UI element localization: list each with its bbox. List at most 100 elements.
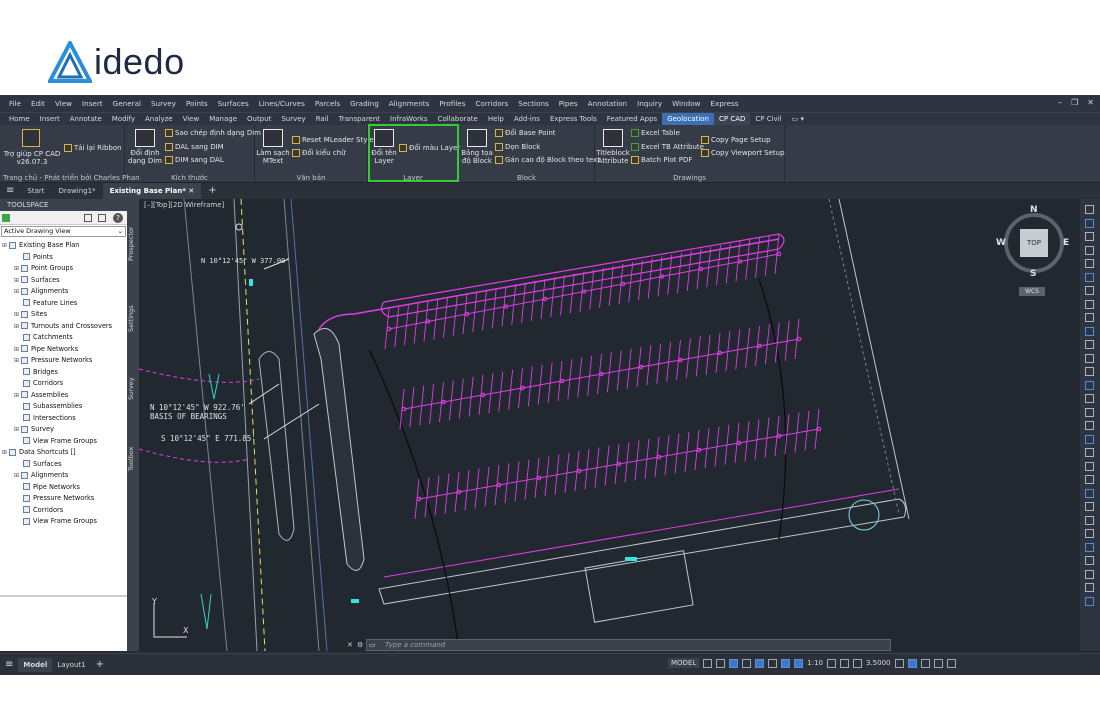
tree-item[interactable]: ⊞ Survey <box>0 424 127 436</box>
doc-tab-drawing1[interactable]: Drawing1* <box>52 183 103 199</box>
ribbon-tab-13[interactable]: Help <box>483 113 509 126</box>
menu-item-pipes[interactable]: Pipes <box>554 99 583 108</box>
tab-model[interactable]: Model <box>18 657 53 672</box>
tree-shortcut-item[interactable]: Pipe Networks <box>0 482 127 494</box>
plus-icon[interactable] <box>840 658 849 668</box>
tab-prospector[interactable]: Prospector <box>127 219 139 269</box>
block-elev-button[interactable]: Gán cao độ Block theo text <box>495 156 600 164</box>
ribbon-tab-4[interactable]: Analyze <box>140 113 178 126</box>
copy-page-setup-button[interactable]: Copy Page Setup <box>701 136 771 144</box>
auto-scale-icon[interactable] <box>794 658 804 668</box>
tree-shortcut-item[interactable]: View Frame Groups <box>0 516 127 528</box>
tree-shortcut-item[interactable]: ⊞ Alignments <box>0 470 127 482</box>
expand-icon[interactable]: ⊞ <box>14 288 19 295</box>
tool-icon[interactable] <box>1085 556 1094 565</box>
clean-mtext-button[interactable]: Làm sạch MText <box>255 149 291 165</box>
clean-block-button[interactable]: Dọn Block <box>495 143 540 151</box>
ribbon-tab-14[interactable]: Add-ins <box>509 113 545 126</box>
units-icon[interactable] <box>853 658 862 668</box>
tool-icon[interactable] <box>1085 461 1094 471</box>
recent-commands-icon[interactable]: ▭ <box>369 640 376 650</box>
tool-icon[interactable] <box>1085 299 1094 309</box>
ribbon-tab-16[interactable]: Featured Apps <box>602 113 662 126</box>
tree-item[interactable]: Bridges <box>0 367 127 379</box>
tool-icon[interactable] <box>1085 340 1094 349</box>
minimize-icon[interactable]: – <box>1058 98 1062 107</box>
tree-item[interactable]: ⊞ Surfaces <box>0 275 127 287</box>
expand-icon[interactable]: ⊞ <box>2 242 7 249</box>
ribbon-tab-8[interactable]: Survey <box>276 113 310 126</box>
menu-item-grading[interactable]: Grading <box>345 99 384 108</box>
dim-dal-button[interactable]: DIM sang DAL <box>165 156 224 164</box>
tool-icon[interactable] <box>1085 434 1094 444</box>
expand-icon[interactable]: ⊞ <box>2 449 7 456</box>
ribbon-tab-19[interactable]: CP Civil <box>750 113 786 126</box>
snap-icon[interactable] <box>716 658 726 668</box>
tree-item[interactable]: Corridors <box>0 378 127 390</box>
tree-shortcut-item[interactable]: Surfaces <box>0 459 127 471</box>
tool-icon[interactable] <box>1085 421 1094 430</box>
tool-icon[interactable] <box>1085 259 1094 268</box>
tool-icon[interactable] <box>1085 529 1094 538</box>
tree-data-shortcuts[interactable]: ⊞ Data Shortcuts [] <box>0 447 127 459</box>
tree-item[interactable]: Subassemblies <box>0 401 127 413</box>
hardware-accel-icon[interactable] <box>907 658 917 668</box>
tree-item[interactable]: Feature Lines <box>0 298 127 310</box>
toolspace-icon[interactable] <box>2 214 10 222</box>
tool-icon[interactable] <box>1085 569 1094 579</box>
expand-icon[interactable]: ⊞ <box>14 265 19 272</box>
close-icon[interactable]: ✕ <box>1087 98 1094 107</box>
expand-icon[interactable]: ⊞ <box>14 346 19 353</box>
block-coords-button[interactable]: Bảng tọa độ Block <box>459 149 495 165</box>
close-icon[interactable]: ✕ <box>347 640 353 650</box>
expand-icon[interactable]: ⊞ <box>14 472 19 479</box>
view-select[interactable]: Active Drawing View ⌄ <box>1 226 126 237</box>
tool-icon[interactable] <box>1085 205 1094 214</box>
tree-shortcut-item[interactable]: Pressure Networks <box>0 493 127 505</box>
ribbon-tab-18[interactable]: CP CAD <box>714 112 751 126</box>
hamburger-menu-icon[interactable]: ≡ <box>0 183 20 199</box>
viewport-label[interactable]: [–][Top][2D Wireframe] <box>144 201 224 209</box>
add-layout-icon[interactable]: + <box>91 658 109 672</box>
gear-icon[interactable] <box>827 658 836 668</box>
tab-layout1[interactable]: Layout1 <box>52 658 90 672</box>
viewcube-top-face[interactable]: TOP <box>1020 229 1048 257</box>
ribbon-tab-5[interactable]: View <box>178 113 205 126</box>
excel-table-button[interactable]: Excel Table <box>631 129 680 137</box>
tab-settings[interactable]: Settings <box>127 299 139 339</box>
text-style-button[interactable]: Đổi kiểu chữ <box>292 149 346 157</box>
tool-icon[interactable] <box>1085 394 1094 403</box>
menu-item-inquiry[interactable]: Inquiry <box>632 99 667 108</box>
tree-item[interactable]: ⊞ Sites <box>0 309 127 321</box>
dim-format-button[interactable]: Đổi định dạng Dim <box>125 149 165 165</box>
menu-item-sections[interactable]: Sections <box>513 99 553 108</box>
annotation-visibility-icon[interactable] <box>781 658 791 668</box>
customize-icon[interactable]: ⚙ <box>357 640 363 650</box>
doc-tab-start[interactable]: Start <box>20 183 51 199</box>
ribbon-tab-2[interactable]: Annotate <box>65 113 107 126</box>
excel-tb-button[interactable]: Excel TB Attribute <box>631 143 704 151</box>
compass-east[interactable]: E <box>1063 238 1069 248</box>
restore-icon[interactable]: ❐ <box>1071 98 1078 107</box>
new-tab-icon[interactable]: + <box>201 183 223 199</box>
tool-icon[interactable] <box>1085 313 1094 322</box>
menu-item-points[interactable]: Points <box>181 99 213 108</box>
clean-screen-icon[interactable] <box>920 658 930 668</box>
ribbon-tab-20[interactable]: ▭ ▾ <box>787 113 809 126</box>
tool-icon[interactable] <box>1085 448 1094 457</box>
menu-item-survey[interactable]: Survey <box>146 99 181 108</box>
tree-item[interactable]: ⊞ Pipe Networks <box>0 344 127 356</box>
tool-icon[interactable] <box>1085 286 1094 295</box>
menu-item-express[interactable]: Express <box>705 99 743 108</box>
lineweight-icon[interactable] <box>768 658 778 668</box>
help-button[interactable]: Trợ giúp CP CAD v26.07.3 <box>2 150 62 166</box>
close-tab-icon[interactable]: ✕ <box>188 187 194 195</box>
customization-icon[interactable] <box>946 658 956 668</box>
tool-icon[interactable] <box>1085 218 1094 228</box>
menu-item-surfaces[interactable]: Surfaces <box>213 99 254 108</box>
menu-item-edit[interactable]: Edit <box>26 99 50 108</box>
tree-item[interactable]: ⊞ Turnouts and Crossovers <box>0 321 127 333</box>
menu-item-corridors[interactable]: Corridors <box>470 99 513 108</box>
base-point-button[interactable]: Đổi Base Point <box>495 129 556 137</box>
menu-item-view[interactable]: View <box>50 99 77 108</box>
